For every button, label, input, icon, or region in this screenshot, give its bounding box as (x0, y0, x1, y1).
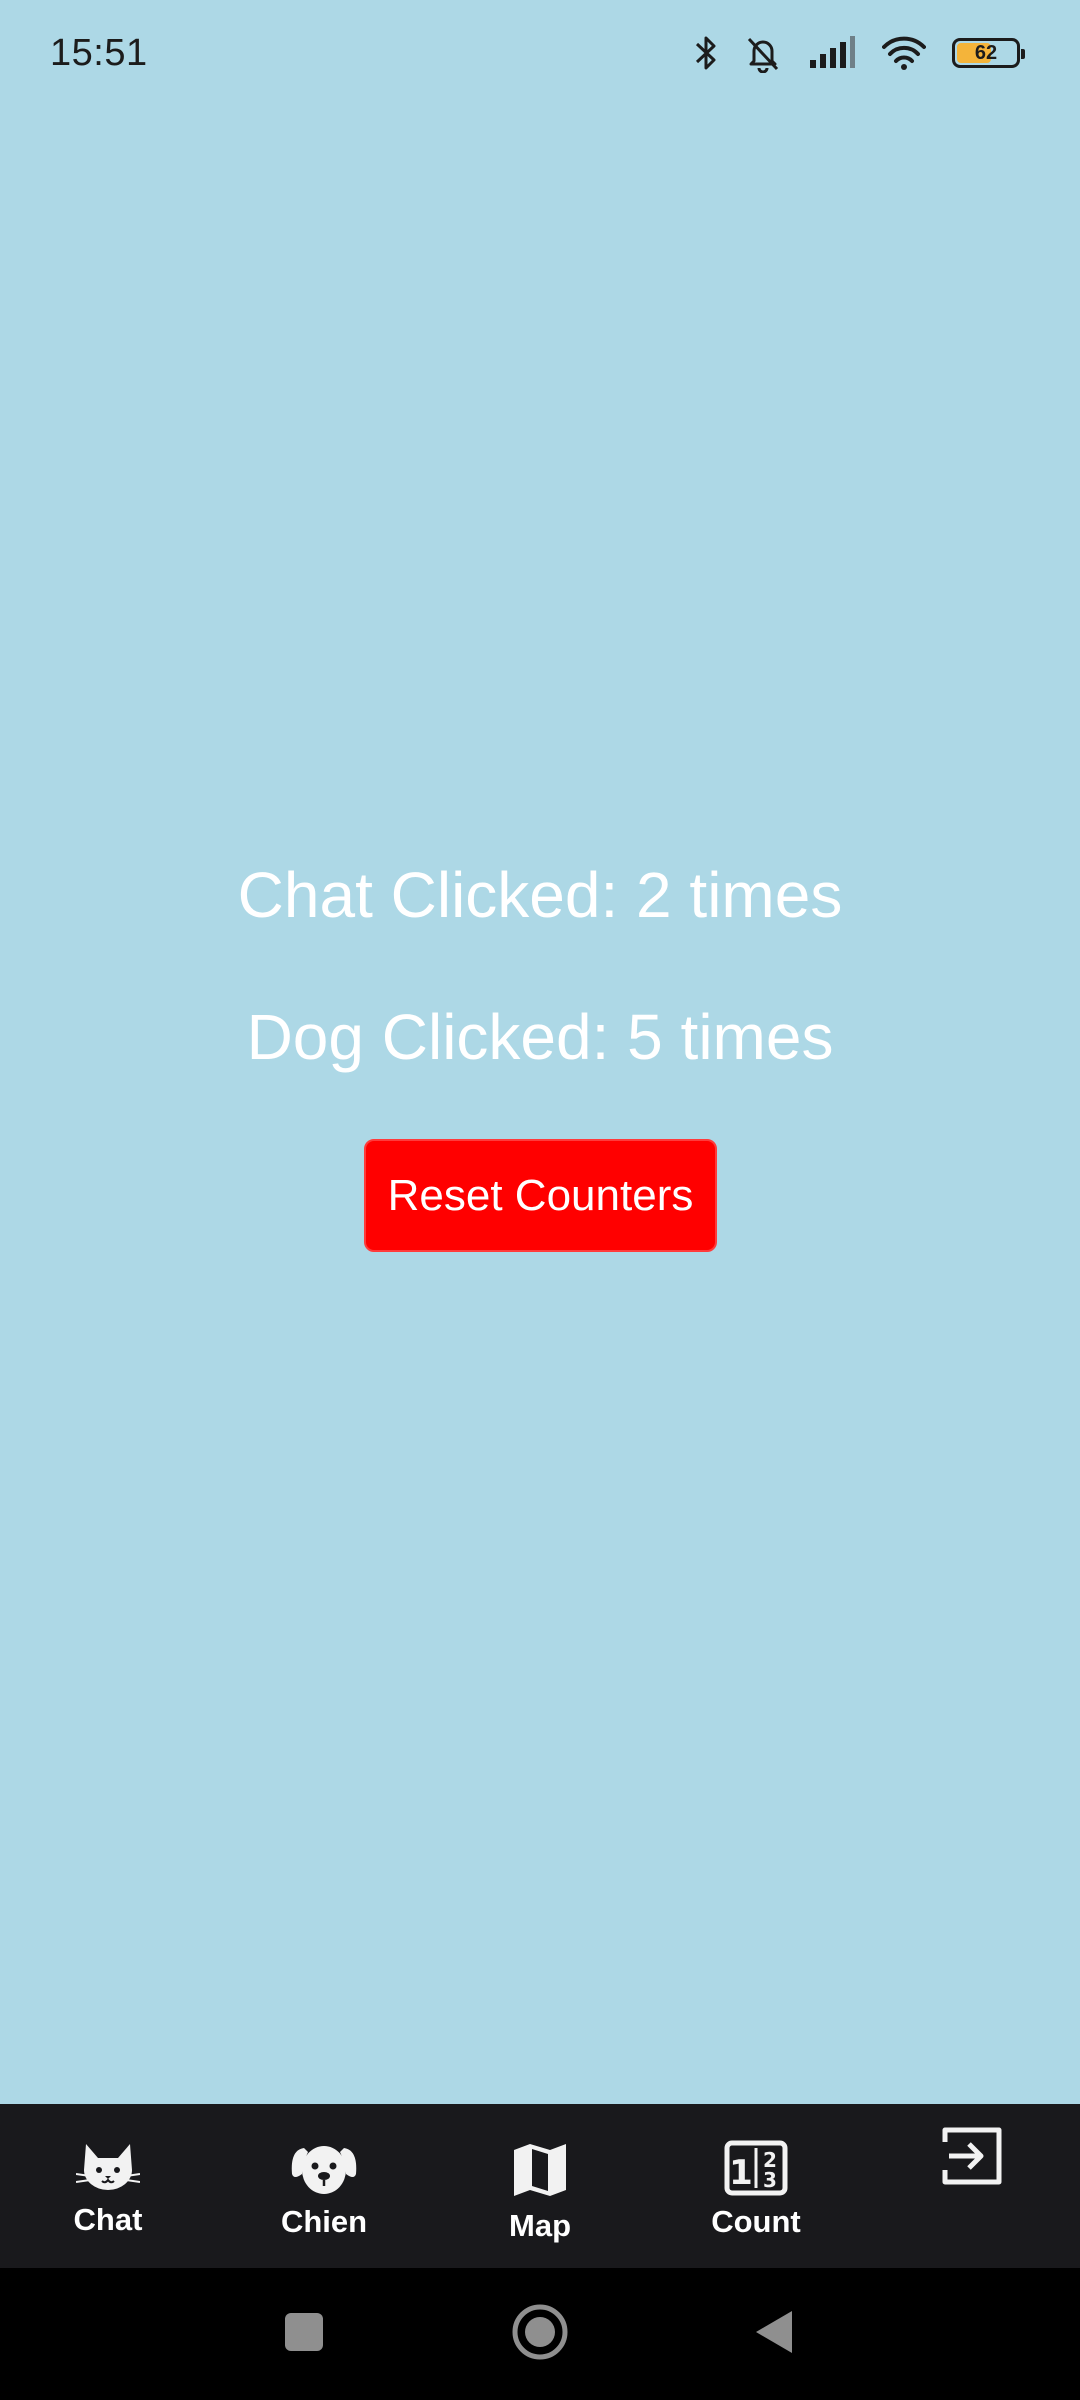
bluetooth-icon (694, 33, 718, 73)
status-bar: 15:51 62 (0, 0, 1080, 106)
tab-chien[interactable]: Chien (216, 2104, 432, 2268)
chat-counter-text: Chat Clicked: 2 times (237, 859, 843, 931)
count-icon: 1 2 3 (724, 2140, 788, 2196)
status-time: 15:51 (50, 31, 148, 74)
svg-text:1: 1 (729, 2153, 753, 2193)
dog-counter-text: Dog Clicked: 5 times (246, 1001, 834, 1073)
tab-chat[interactable]: Chat (0, 2104, 216, 2268)
tab-chien-label: Chien (280, 2204, 368, 2239)
recents-icon (284, 2312, 324, 2357)
tab-count[interactable]: 1 2 3 Count (648, 2104, 864, 2268)
system-nav-bar (0, 2268, 1080, 2400)
dog-icon (288, 2140, 360, 2196)
logout-icon (941, 2126, 1003, 2186)
battery-level: 62 (974, 41, 998, 64)
back-button[interactable] (734, 2268, 814, 2400)
cat-icon (76, 2140, 140, 2194)
reset-counters-button[interactable]: Reset Counters (364, 1139, 717, 1252)
status-icons: 62 (694, 33, 1025, 73)
back-icon (754, 2309, 794, 2360)
recents-button[interactable] (264, 2268, 344, 2400)
main-content: Chat Clicked: 2 times Dog Clicked: 5 tim… (0, 106, 1080, 2104)
signal-icon (808, 36, 856, 70)
wifi-icon (882, 35, 926, 71)
tab-map-label: Map (509, 2208, 571, 2243)
logout-button[interactable] (864, 2104, 1080, 2268)
battery-icon: 62 (952, 38, 1025, 68)
tab-map[interactable]: Map (432, 2104, 648, 2268)
tab-chat-label: Chat (73, 2202, 143, 2237)
home-button[interactable] (500, 2268, 580, 2400)
tab-count-label: Count (711, 2204, 801, 2239)
home-icon (511, 2303, 569, 2366)
map-icon (510, 2140, 570, 2200)
svg-text:3: 3 (763, 2168, 777, 2192)
bell-muted-icon (744, 33, 782, 73)
bottom-tab-bar: Chat Chien Map 1 2 3 Count (0, 2104, 1080, 2268)
